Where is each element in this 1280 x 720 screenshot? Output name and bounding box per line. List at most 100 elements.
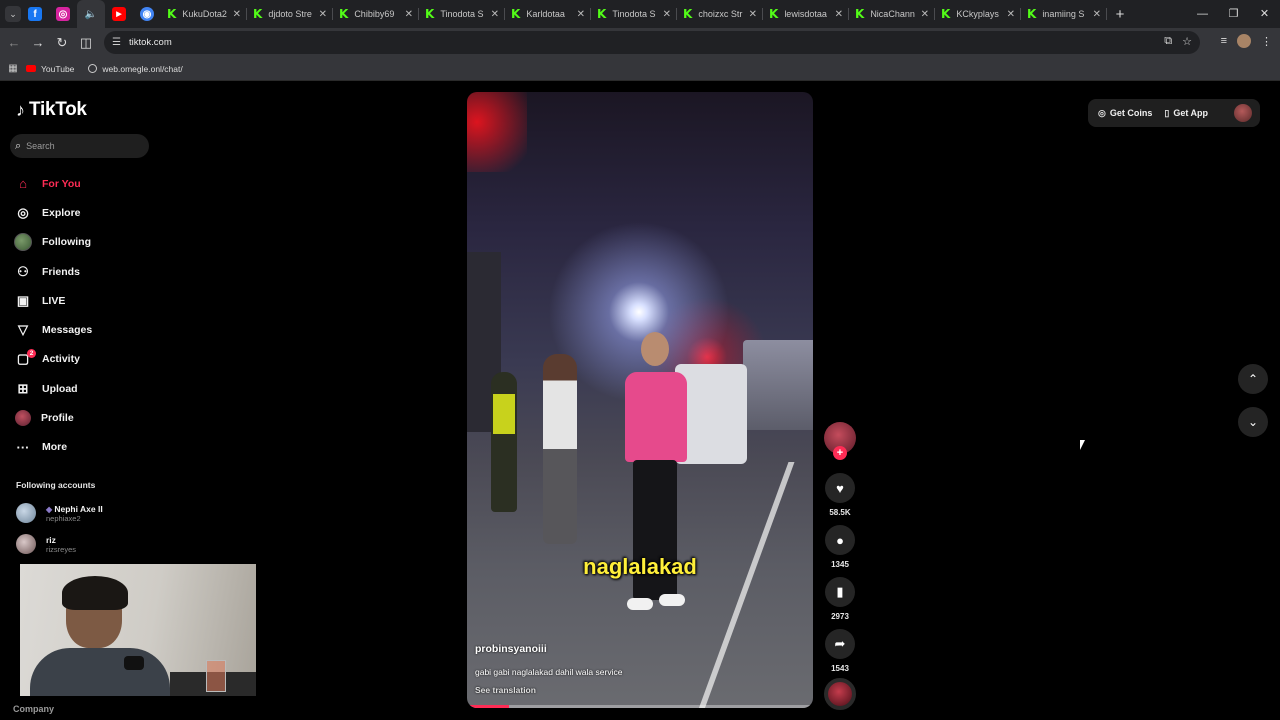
address-bar-row: ← → ↻ ◫ ☰ tiktok.com ⧉ ☆ ≡ ⋮ [0, 28, 1280, 57]
next-video-button[interactable]: ⌄ [1238, 407, 1268, 437]
save-action[interactable]: ▮ 2973 [822, 577, 858, 621]
share-icon[interactable]: ➦ [825, 629, 855, 659]
bookmark-omegle[interactable]: web.omegle.onl/chat/ [88, 64, 183, 74]
pinned-tab-audio[interactable]: 🔈 [77, 0, 105, 28]
coin-icon: ◎ [1098, 107, 1106, 118]
pinned-tab-instagram[interactable]: ◎ [49, 0, 77, 28]
top-right-actions: ◎ Get Coins ▯ Get App [1088, 99, 1260, 127]
see-translation-link[interactable]: See translation [475, 685, 536, 695]
close-tab-icon[interactable]: ✕ [663, 9, 671, 20]
tab-search-icon[interactable]: ⌄ [5, 6, 21, 22]
like-action[interactable]: ♥ 58.5K [822, 473, 858, 517]
close-tab-icon[interactable]: ✕ [835, 9, 843, 20]
browser-tab[interactable]: K Tinodota S ✕ [419, 0, 505, 28]
apps-grid-icon[interactable]: ▦ [0, 63, 26, 74]
phone-icon: ▯ [1164, 107, 1170, 118]
close-tab-icon[interactable]: ✕ [1093, 9, 1101, 20]
browser-tab[interactable]: K NicaChann ✕ [849, 0, 935, 28]
media-control-icon[interactable]: ≡ [1221, 35, 1227, 47]
pinned-tab-youtube[interactable]: ▶ [105, 0, 133, 28]
url-text[interactable]: tiktok.com [129, 37, 172, 48]
close-window-icon[interactable]: ✕ [1249, 0, 1280, 28]
sidebar-item-for-you[interactable]: ⌂ For You [14, 169, 164, 198]
browser-tab[interactable]: K Tinodota S ✕ [591, 0, 677, 28]
restore-icon[interactable]: ❐ [1218, 0, 1249, 28]
minimize-icon[interactable]: — [1187, 0, 1218, 28]
sidebar-item-profile[interactable]: Profile [14, 403, 164, 432]
previous-video-button[interactable]: ⌃ [1238, 364, 1268, 394]
tab-title: Tinodota S [440, 9, 484, 19]
close-tab-icon[interactable]: ✕ [233, 9, 241, 20]
tiktok-logo[interactable]: ♪ TikTok [16, 99, 87, 121]
sidebar-item-live[interactable]: ▣ LIVE [14, 286, 164, 315]
install-app-icon[interactable]: ⧉ [1164, 35, 1172, 48]
browser-tab[interactable]: Kdjdoto Stre ✕ [247, 0, 333, 28]
browser-tab[interactable]: K Karldotaa ✕ [505, 0, 591, 28]
sidebar-item-label: Activity [42, 353, 80, 366]
close-tab-icon[interactable]: ✕ [1007, 9, 1015, 20]
browser-tab[interactable]: Klewisdotaa ✕ [763, 0, 849, 28]
get-coins-button[interactable]: ◎ Get Coins [1098, 108, 1152, 119]
sidebar-item-friends[interactable]: ⚇ Friends [14, 257, 164, 286]
bookmark-star-icon[interactable]: ☆ [1182, 35, 1192, 48]
omnibox[interactable]: ☰ tiktok.com ⧉ ☆ [104, 31, 1200, 54]
close-tab-icon[interactable]: ✕ [491, 9, 499, 20]
video-author[interactable]: probinsyanoiii [475, 643, 547, 655]
sidebar-item-following[interactable]: Following [14, 228, 164, 257]
site-info-icon[interactable]: ☰ [112, 37, 121, 48]
upload-icon: ⊞ [17, 380, 29, 396]
sidebar-item-explore[interactable]: ◎ Explore [14, 198, 164, 227]
sidebar-item-activity[interactable]: ▢ 2 Activity [14, 345, 164, 374]
forward-icon[interactable]: → [26, 35, 50, 50]
pinned-tab-facebook[interactable]: f [21, 0, 49, 28]
new-tab-button[interactable]: + [1107, 6, 1133, 23]
sidebar-item-label: Friends [42, 265, 80, 278]
kick-icon: K [855, 7, 865, 21]
close-tab-icon[interactable]: ✕ [577, 9, 585, 20]
browser-tab[interactable]: K Chibiby69 ✕ [333, 0, 419, 28]
video-progress-bar[interactable] [467, 705, 813, 708]
heart-icon[interactable]: ♥ [825, 473, 855, 503]
sidebar-item-more[interactable]: ··· More [14, 433, 164, 462]
video-player[interactable]: naglalakad probinsyanoiii gabi gabi nagl… [467, 92, 813, 708]
comment-action[interactable]: ● 1345 [822, 525, 858, 569]
search-box[interactable]: ⌕ [10, 134, 149, 158]
browser-tab[interactable]: Kchoizxc Str ✕ [677, 0, 763, 28]
bookmark-label: YouTube [41, 63, 75, 74]
browser-tab[interactable]: K KCkyplays ✕ [935, 0, 1021, 28]
profile-avatar[interactable] [1237, 34, 1251, 48]
youtube-icon [26, 65, 36, 72]
webcam-overlay [20, 564, 256, 696]
youtube-icon: ▶ [112, 7, 126, 21]
close-tab-icon[interactable]: ✕ [319, 9, 327, 20]
search-input[interactable] [26, 141, 137, 151]
share-action[interactable]: ➦ 1543 [822, 629, 858, 673]
user-avatar[interactable] [1234, 104, 1252, 122]
menu-dots-icon[interactable]: ⋮ [1261, 35, 1272, 48]
account-item[interactable]: riz rizsreyes [16, 534, 76, 554]
bookmark-youtube[interactable]: YouTube [26, 64, 74, 74]
tiktok-note-icon: ♪ [16, 99, 25, 120]
account-item[interactable]: ◆ Nephi Axe II nephiaxe2 [16, 503, 103, 523]
sidebar-item-messages[interactable]: ▽ Messages [14, 315, 164, 344]
sidebar-item-upload[interactable]: ⊞ Upload [14, 374, 164, 403]
pinned-tab-app[interactable]: ◉ [133, 0, 161, 28]
compass-icon: ◎ [17, 204, 29, 220]
split-view-icon[interactable]: ◫ [74, 35, 98, 51]
browser-tab[interactable]: K KukuDota2 ✕ [161, 0, 247, 28]
music-disc-icon[interactable] [824, 678, 856, 710]
comment-icon[interactable]: ● [825, 525, 855, 555]
close-tab-icon[interactable]: ✕ [749, 9, 757, 20]
tab-title: Chibiby69 [354, 9, 395, 19]
close-tab-icon[interactable]: ✕ [921, 9, 929, 20]
back-icon[interactable]: ← [2, 35, 26, 50]
browser-tab[interactable]: Kinamiing S ✕ [1021, 0, 1107, 28]
chevron-down-icon: ⌄ [1247, 415, 1259, 429]
get-app-button[interactable]: ▯ Get App [1164, 108, 1208, 119]
video-progress-fill [467, 705, 509, 708]
follow-plus-icon[interactable]: + [833, 446, 847, 460]
footer-company-link[interactable]: Company [13, 704, 54, 714]
reload-icon[interactable]: ↻ [50, 35, 74, 51]
bookmark-icon[interactable]: ▮ [825, 577, 855, 607]
close-tab-icon[interactable]: ✕ [405, 9, 413, 20]
